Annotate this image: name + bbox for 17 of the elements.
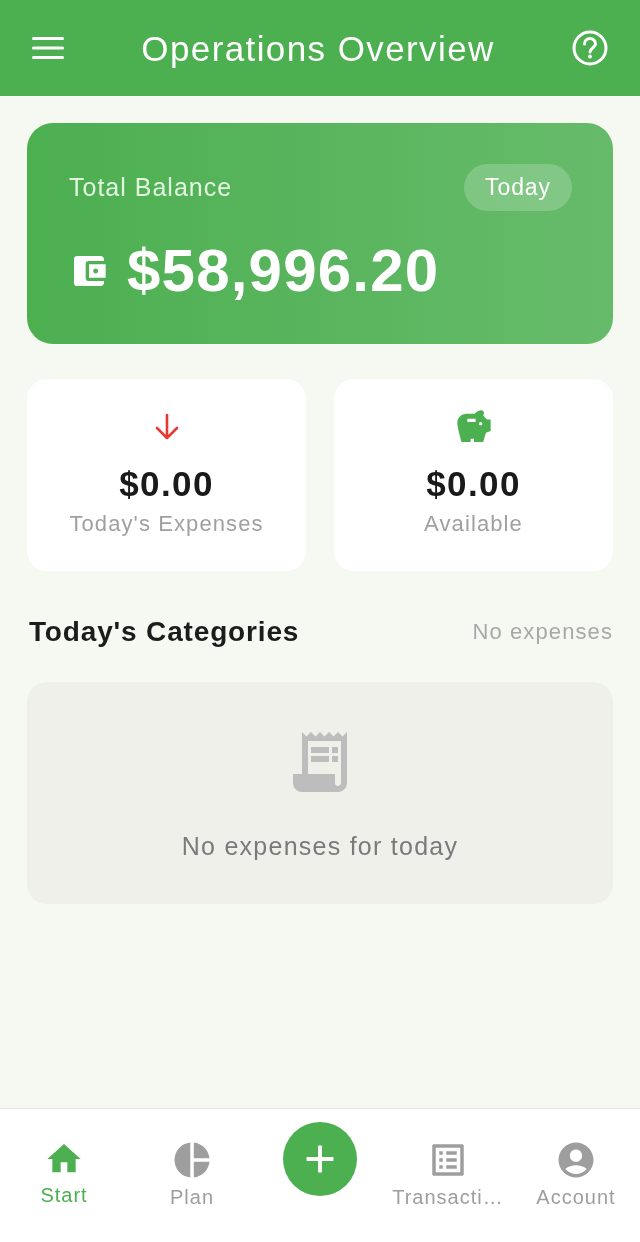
section-heading: Today's Categories [29,618,300,646]
stat-amount: $0.00 [426,466,521,501]
balance-label: Total Balance [69,175,233,200]
nav-tab[interactable]: Start [40,1139,88,1205]
stat-label: Today's Expenses [69,513,264,535]
nav-tab[interactable]: Account [536,1139,616,1207]
page-title: Operations Overview [141,30,495,66]
nav-tab[interactable]: Plan [170,1139,214,1207]
stat-amount: $0.00 [119,466,214,501]
section-summary: No expenses [472,621,613,643]
empty-message: No expenses for today [181,834,459,859]
period-badge[interactable]: Today [464,164,572,211]
help-icon[interactable] [572,30,608,66]
stat-label: Available [424,513,523,535]
menu-icon[interactable] [32,37,64,59]
balance-amount: $58,996.20 [127,241,440,301]
nav-tab[interactable]: Transacti… [392,1139,504,1207]
